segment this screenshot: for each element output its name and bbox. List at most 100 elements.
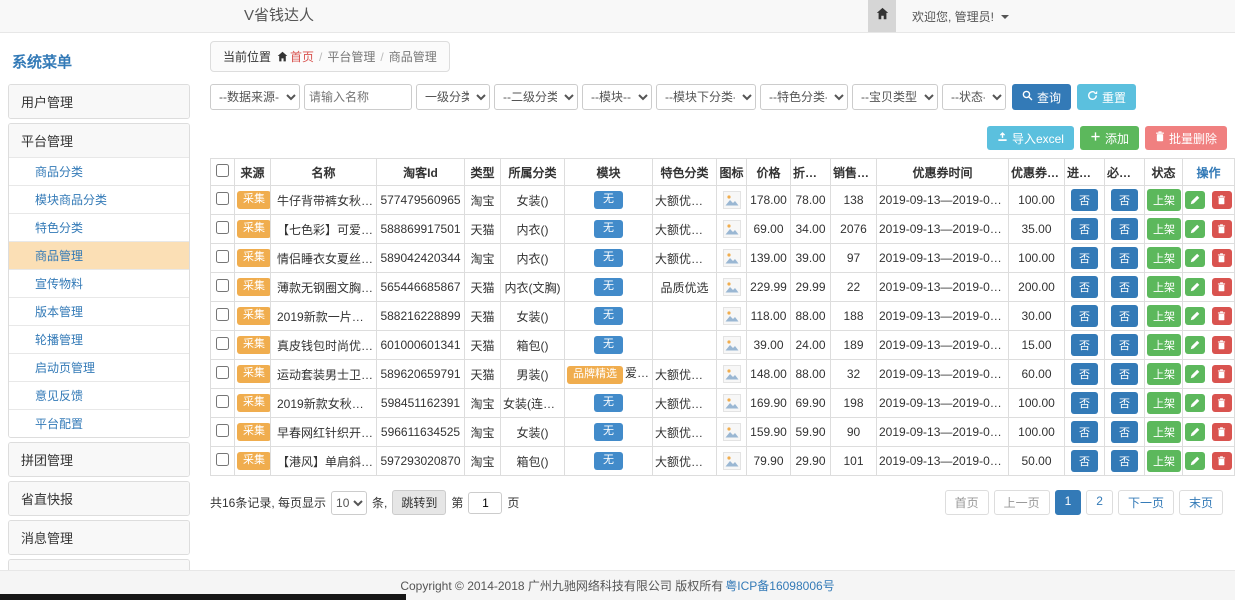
status-button[interactable]: 上架 — [1147, 305, 1181, 327]
status-button[interactable]: 上架 — [1147, 450, 1181, 472]
edit-button[interactable] — [1185, 365, 1205, 383]
must-buy-button[interactable]: 否 — [1111, 218, 1138, 240]
select-all-checkbox[interactable] — [216, 164, 229, 177]
reset-button[interactable]: 重置 — [1077, 84, 1136, 110]
import-select-button[interactable]: 否 — [1071, 305, 1098, 327]
import-select-button[interactable]: 否 — [1071, 363, 1098, 385]
sidebar-subitem[interactable]: 商品分类 — [9, 157, 189, 185]
import-select-button[interactable]: 否 — [1071, 276, 1098, 298]
must-buy-button[interactable]: 否 — [1111, 392, 1138, 414]
status-button[interactable]: 上架 — [1147, 392, 1181, 414]
delete-button[interactable] — [1212, 336, 1232, 354]
batch-delete-button[interactable]: 批量删除 — [1145, 126, 1227, 150]
filter-category2-select[interactable]: --二级分类-- — [494, 84, 578, 110]
must-buy-button[interactable]: 否 — [1111, 421, 1138, 443]
home-button[interactable] — [868, 0, 896, 32]
filter-category1-select[interactable]: 一级分类 — [416, 84, 490, 110]
import-excel-button[interactable]: 导入excel — [987, 126, 1074, 150]
status-button[interactable]: 上架 — [1147, 218, 1181, 240]
row-checkbox[interactable] — [216, 395, 229, 408]
sidebar-subitem[interactable]: 意见反馈 — [9, 381, 189, 409]
row-checkbox[interactable] — [216, 366, 229, 379]
delete-button[interactable] — [1212, 394, 1232, 412]
delete-button[interactable] — [1212, 307, 1232, 325]
delete-button[interactable] — [1212, 365, 1232, 383]
query-button[interactable]: 查询 — [1012, 84, 1071, 110]
row-checkbox[interactable] — [216, 453, 229, 466]
sidebar-subitem[interactable]: 启动页管理 — [9, 353, 189, 381]
delete-button[interactable] — [1212, 278, 1232, 296]
icp-link[interactable]: 粤ICP备16098006号 — [725, 577, 834, 594]
filter-data-source-select[interactable]: --数据来源-- — [210, 84, 300, 110]
row-checkbox[interactable] — [216, 337, 229, 350]
must-buy-button[interactable]: 否 — [1111, 247, 1138, 269]
import-select-button[interactable]: 否 — [1071, 334, 1098, 356]
import-select-button[interactable]: 否 — [1071, 450, 1098, 472]
edit-button[interactable] — [1185, 336, 1205, 354]
must-buy-button[interactable]: 否 — [1111, 334, 1138, 356]
import-select-button[interactable]: 否 — [1071, 189, 1098, 211]
page-number-input[interactable] — [468, 492, 502, 514]
add-button[interactable]: 添加 — [1080, 126, 1139, 150]
edit-button[interactable] — [1185, 307, 1205, 325]
sidebar-subitem[interactable]: 宣传物料 — [9, 269, 189, 297]
sidebar-item[interactable]: 用户管理 — [9, 85, 189, 118]
must-buy-button[interactable]: 否 — [1111, 276, 1138, 298]
edit-button[interactable] — [1185, 249, 1205, 267]
filter-status-select[interactable]: --状态-- — [942, 84, 1006, 110]
jump-button[interactable]: 跳转到 — [392, 490, 446, 515]
edit-button[interactable] — [1185, 394, 1205, 412]
sidebar-subitem[interactable]: 轮播管理 — [9, 325, 189, 353]
row-checkbox[interactable] — [216, 221, 229, 234]
per-page-select[interactable]: 10 — [331, 491, 367, 515]
status-button[interactable]: 上架 — [1147, 334, 1181, 356]
page-button[interactable]: 首页 — [945, 490, 989, 515]
user-menu[interactable]: 欢迎您, 管理员! — [912, 8, 1009, 25]
delete-button[interactable] — [1212, 249, 1232, 267]
status-button[interactable]: 上架 — [1147, 189, 1181, 211]
import-select-button[interactable]: 否 — [1071, 421, 1098, 443]
page-button[interactable]: 下一页 — [1118, 490, 1174, 515]
filter-module-sub-select[interactable]: --模块下分类-- — [656, 84, 756, 110]
sidebar-item[interactable]: 平台管理 — [9, 124, 189, 157]
delete-button[interactable] — [1212, 191, 1232, 209]
import-select-button[interactable]: 否 — [1071, 218, 1098, 240]
row-checkbox[interactable] — [216, 250, 229, 263]
edit-button[interactable] — [1185, 423, 1205, 441]
filter-name-input[interactable] — [304, 84, 412, 110]
edit-button[interactable] — [1185, 191, 1205, 209]
edit-button[interactable] — [1185, 278, 1205, 296]
row-checkbox[interactable] — [216, 279, 229, 292]
delete-button[interactable] — [1212, 220, 1232, 238]
sidebar-item[interactable]: 消息管理 — [9, 521, 189, 554]
status-button[interactable]: 上架 — [1147, 276, 1181, 298]
sidebar-subitem[interactable]: 商品管理 — [9, 241, 189, 269]
row-checkbox[interactable] — [216, 192, 229, 205]
edit-button[interactable] — [1185, 452, 1205, 470]
row-checkbox[interactable] — [216, 424, 229, 437]
status-button[interactable]: 上架 — [1147, 363, 1181, 385]
sidebar-item[interactable]: 拼团管理 — [9, 443, 189, 476]
sidebar-subitem[interactable]: 版本管理 — [9, 297, 189, 325]
sidebar-subitem[interactable]: 模块商品分类 — [9, 185, 189, 213]
filter-feature-select[interactable]: --特色分类-- — [760, 84, 848, 110]
filter-item-type-select[interactable]: --宝贝类型-- — [852, 84, 938, 110]
sidebar-subitem[interactable]: 平台配置 — [9, 409, 189, 437]
must-buy-button[interactable]: 否 — [1111, 363, 1138, 385]
import-select-button[interactable]: 否 — [1071, 392, 1098, 414]
import-select-button[interactable]: 否 — [1071, 247, 1098, 269]
must-buy-button[interactable]: 否 — [1111, 189, 1138, 211]
page-button[interactable]: 末页 — [1179, 490, 1223, 515]
status-button[interactable]: 上架 — [1147, 247, 1181, 269]
status-button[interactable]: 上架 — [1147, 421, 1181, 443]
delete-button[interactable] — [1212, 452, 1232, 470]
edit-button[interactable] — [1185, 220, 1205, 238]
delete-button[interactable] — [1212, 423, 1232, 441]
sidebar-item[interactable]: 省直快报 — [9, 482, 189, 515]
breadcrumb-home-link[interactable]: 首页 — [290, 50, 314, 64]
page-button[interactable]: 上一页 — [994, 490, 1050, 515]
page-button[interactable]: 2 — [1086, 490, 1113, 515]
must-buy-button[interactable]: 否 — [1111, 450, 1138, 472]
filter-module-select[interactable]: --模块-- — [582, 84, 652, 110]
must-buy-button[interactable]: 否 — [1111, 305, 1138, 327]
